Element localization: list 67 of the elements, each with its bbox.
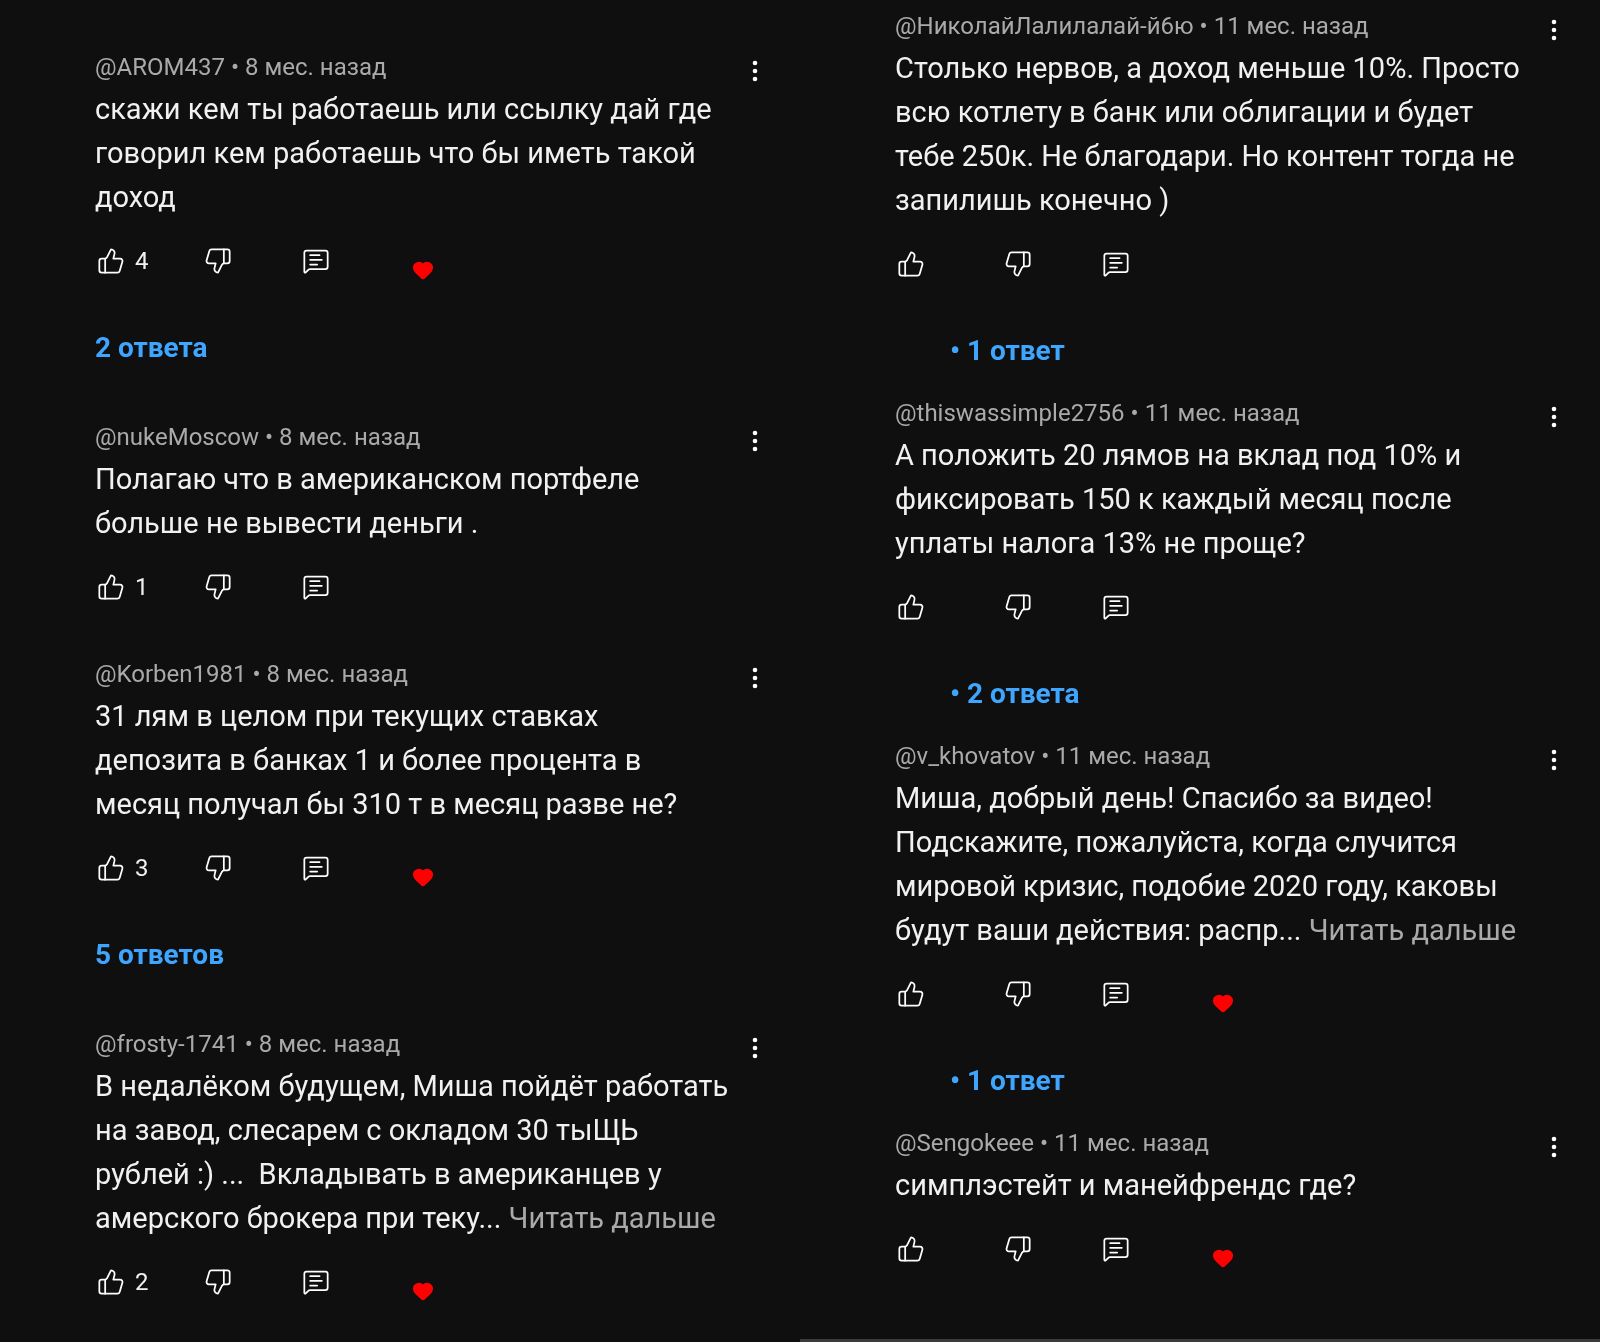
replies-link[interactable]: • 1 ответ <box>950 1060 1065 1102</box>
reply-icon[interactable] <box>302 247 330 275</box>
reply-icon[interactable] <box>1102 250 1130 278</box>
reply-icon[interactable] <box>302 854 330 882</box>
comment-author[interactable]: @AROM437 <box>95 49 225 85</box>
more-options-icon[interactable] <box>752 60 758 82</box>
read-more-link[interactable]: Читать дальше <box>1301 913 1517 947</box>
replies-link[interactable]: 2 ответа <box>95 327 208 369</box>
comment-time: • 8 мес. назад <box>230 52 387 83</box>
more-options-icon[interactable] <box>1551 406 1557 428</box>
replies-link[interactable]: • 2 ответа <box>950 673 1080 715</box>
comment-time: • 11 мес. назад <box>1041 741 1211 772</box>
comment-text: В недалёком будущем, Миша пойдёт работать на завод, слесарем с окладом 30 тыЩЬ рублей :) ... Вкладывать в американцев у амерского брокера при теку... Читать дальше <box>95 1068 730 1237</box>
comment-time: • 11 мес. назад <box>1130 398 1300 429</box>
like-icon[interactable] <box>897 593 925 621</box>
comment-author[interactable]: @Sengokeee <box>895 1125 1035 1161</box>
comment-text: А положить 20 лямов на вклад под 10% и фиксировать 150 к каждый месяц после уплаты налога 13% не проще? <box>895 437 1463 562</box>
comment-text: скажи кем ты работаешь или ссылку дай где говорил кем работаешь что бы иметь такой доход <box>95 91 713 216</box>
like-count: 3 <box>135 853 149 884</box>
comment-author[interactable]: @НиколайЛалилалай-й6ю <box>895 8 1194 44</box>
comment-text: симплэстейт и манейфрендс где? <box>895 1167 1358 1204</box>
comment-text: 31 лям в целом при текущих ставках депозита в банках 1 и более процента в месяц получал бы 310 т в месяц разве не? <box>95 698 679 823</box>
reply-icon[interactable] <box>1102 980 1130 1008</box>
comment-time: • 11 мес. назад <box>1040 1128 1210 1159</box>
comment-author[interactable]: @Korben1981 <box>95 656 247 692</box>
like-icon[interactable] <box>97 1268 125 1296</box>
like-count: 1 <box>135 572 149 603</box>
more-options-icon[interactable] <box>1551 1136 1557 1158</box>
like-icon[interactable] <box>97 247 125 275</box>
comment-author[interactable]: @thiswassimple2756 <box>895 395 1125 431</box>
comment-time: • 11 мес. назад <box>1199 11 1369 42</box>
more-options-icon[interactable] <box>752 430 758 452</box>
dislike-icon[interactable] <box>1004 980 1032 1008</box>
comment-text: Миша, добрый день! Спасибо за видео! Подскажите, пожалуйста, когда случится мировой кризис, подобие 2020 году, каковы будут ваши действия: распр... Читать дальше <box>895 780 1518 949</box>
reply-icon[interactable] <box>1102 1235 1130 1263</box>
dislike-icon[interactable] <box>1004 1235 1032 1263</box>
like-icon[interactable] <box>97 854 125 882</box>
comment-text: Столько нервов, а доход меньше 10%. Просто всю котлету в банк или облигации и будет тебе 250к. Не благодари. Но контент тогда не запилишь конечно ) <box>895 50 1521 219</box>
like-count: 4 <box>135 246 149 277</box>
reply-icon[interactable] <box>302 1268 330 1296</box>
more-options-icon[interactable] <box>1551 19 1557 41</box>
dislike-icon[interactable] <box>1004 250 1032 278</box>
dislike-icon[interactable] <box>204 854 232 882</box>
replies-link[interactable]: 5 ответов <box>95 934 224 976</box>
like-count: 2 <box>135 1267 149 1298</box>
dislike-icon[interactable] <box>1004 593 1032 621</box>
comment-time: • 8 мес. назад <box>244 1029 401 1060</box>
more-options-icon[interactable] <box>752 667 758 689</box>
read-more-link[interactable]: Читать дальше <box>501 1201 716 1235</box>
reply-icon[interactable] <box>1102 593 1130 621</box>
dislike-icon[interactable] <box>204 247 232 275</box>
like-icon[interactable] <box>97 573 125 601</box>
comment-time: • 8 мес. назад <box>252 659 408 690</box>
more-options-icon[interactable] <box>752 1037 758 1059</box>
comment-author[interactable]: @frosty-1741 <box>95 1026 239 1062</box>
replies-link[interactable]: • 1 ответ <box>950 330 1065 372</box>
reply-icon[interactable] <box>302 573 330 601</box>
dislike-icon[interactable] <box>204 573 232 601</box>
like-icon[interactable] <box>897 980 925 1008</box>
comment-author[interactable]: @nukeMoscow <box>95 419 259 455</box>
comment-author[interactable]: @v_khovatov <box>895 738 1036 774</box>
comment-text: Полагаю что в американском портфеле больше не вывести деньги . <box>95 461 641 542</box>
like-icon[interactable] <box>897 250 925 278</box>
more-options-icon[interactable] <box>1551 749 1557 771</box>
comment-time: • 8 мес. назад <box>265 422 421 453</box>
dislike-icon[interactable] <box>204 1268 232 1296</box>
like-icon[interactable] <box>897 1235 925 1263</box>
